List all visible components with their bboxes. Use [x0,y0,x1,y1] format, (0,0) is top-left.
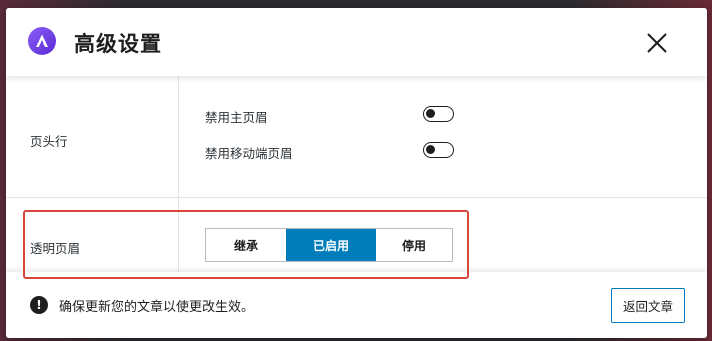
modal-title: 高级设置 [74,32,162,56]
option-enabled[interactable]: 已启用 [286,229,376,261]
transparent-header-label: 透明页眉 [30,241,81,256]
toggle-disable-main-header[interactable] [423,106,454,122]
header-row-section: 页头行 禁用主页眉 禁用移动端页眉 [6,76,707,198]
modal-footer: ! 确保更新您的文章以使更改生效。 返回文章 [6,272,707,338]
transparent-header-segmented-control: 继承 已启用 停用 [205,228,453,262]
modal-header: 高级设置 [6,8,707,76]
astra-logo-glyph [36,34,48,47]
toggle-label-disable-mobile-header: 禁用移动端页眉 [205,146,293,161]
update-notice: 确保更新您的文章以使更改生效。 [59,300,255,315]
option-disabled[interactable]: 停用 [376,229,452,261]
astra-logo-icon [28,27,56,55]
option-inherit[interactable]: 继承 [206,229,286,261]
toggle-label-disable-main-header: 禁用主页眉 [205,110,268,125]
close-button[interactable] [644,30,670,56]
settings-content: 页头行 禁用主页眉 禁用移动端页眉 透明页眉 继承 已启用 停用 [6,76,707,272]
toggle-knob [426,145,435,154]
close-icon[interactable] [644,30,670,56]
toggle-knob [426,109,435,118]
row-label-cell: 页头行 [6,76,179,197]
warning-icon: ! [30,296,48,314]
advanced-settings-modal: 高级设置 页头行 禁用主页眉 禁用移动端页眉 透明页眉 继承 已启用 停用 ! … [6,8,707,338]
row-label-cell: 透明页眉 [6,198,179,272]
header-row-label: 页头行 [30,134,68,149]
toggle-disable-mobile-header[interactable] [423,142,454,158]
back-to-post-button[interactable]: 返回文章 [611,288,685,323]
